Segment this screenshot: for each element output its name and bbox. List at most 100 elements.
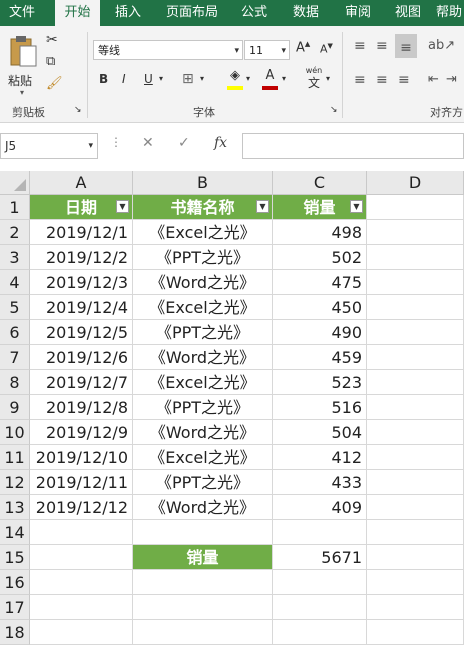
header-cell[interactable]: 日期 ▼ (30, 195, 133, 220)
date-cell[interactable]: 2019/12/9 (30, 420, 133, 445)
tab-help[interactable]: 帮助 (432, 0, 464, 26)
chevron-down-icon[interactable]: ▾ (326, 74, 330, 83)
date-cell[interactable]: 2019/12/8 (30, 395, 133, 420)
sales-cell[interactable]: 502 (273, 245, 367, 270)
align-middle-icon[interactable]: ≡ (376, 38, 388, 54)
tab-file[interactable]: 文件 (0, 0, 44, 26)
row-header[interactable]: 7 (0, 345, 30, 370)
row-header[interactable]: 5 (0, 295, 30, 320)
align-left-icon[interactable]: ≡ (354, 72, 366, 88)
cell[interactable] (367, 520, 464, 545)
tab-formulas[interactable]: 公式 (234, 0, 274, 26)
cancel-icon[interactable]: ✕ (142, 135, 154, 151)
book-name-cell[interactable]: 《Excel之光》 (133, 445, 273, 470)
align-center-icon[interactable]: ≡ (376, 72, 388, 88)
header-cell[interactable]: 销量 ▼ (273, 195, 367, 220)
cell[interactable] (273, 620, 367, 645)
tab-home[interactable]: 开始 (55, 0, 100, 26)
row-header[interactable]: 13 (0, 495, 30, 520)
sales-cell[interactable]: 475 (273, 270, 367, 295)
row-header[interactable]: 16 (0, 570, 30, 595)
chevron-down-icon[interactable]: ▾ (200, 74, 204, 83)
cell[interactable] (367, 620, 464, 645)
book-name-cell[interactable]: 《Excel之光》 (133, 295, 273, 320)
cell[interactable] (367, 220, 464, 245)
cell[interactable] (30, 520, 133, 545)
cell[interactable] (133, 620, 273, 645)
row-header[interactable]: 9 (0, 395, 30, 420)
chevron-down-icon[interactable]: ▾ (159, 74, 163, 83)
book-name-cell[interactable]: 《Word之光》 (133, 495, 273, 520)
date-cell[interactable]: 2019/12/3 (30, 270, 133, 295)
tab-insert[interactable]: 插入 (108, 0, 148, 26)
font-color-icon[interactable]: A (262, 68, 278, 90)
cell[interactable] (273, 520, 367, 545)
cut-icon[interactable]: ✂ (46, 32, 58, 48)
row-header[interactable]: 15 (0, 545, 30, 570)
row-header[interactable]: 1 (0, 195, 30, 220)
borders-icon[interactable]: ⊞ (182, 71, 194, 87)
book-name-cell[interactable]: 《Word之光》 (133, 270, 273, 295)
book-name-cell[interactable]: 《PPT之光》 (133, 245, 273, 270)
cell[interactable] (367, 270, 464, 295)
increase-font-icon[interactable]: A▲ (296, 40, 310, 55)
row-header[interactable]: 18 (0, 620, 30, 645)
sales-cell[interactable]: 504 (273, 420, 367, 445)
enter-icon[interactable]: ✓ (178, 135, 190, 151)
date-cell[interactable]: 2019/12/12 (30, 495, 133, 520)
paste-button[interactable]: 粘贴 ▾ (6, 32, 40, 97)
align-right-icon[interactable]: ≡ (398, 72, 410, 88)
cell[interactable] (273, 595, 367, 620)
font-size-select[interactable]: 11 ▾ (244, 40, 290, 60)
cell[interactable] (367, 470, 464, 495)
filter-dropdown-icon[interactable]: ▼ (256, 200, 269, 213)
row-header[interactable]: 6 (0, 320, 30, 345)
italic-button[interactable]: I (122, 72, 126, 86)
summary-value-cell[interactable]: 5671 (273, 545, 367, 570)
cell[interactable] (367, 445, 464, 470)
cell[interactable] (367, 345, 464, 370)
phonetic-guide-button[interactable]: wén 文 (303, 66, 325, 92)
select-all-button[interactable] (0, 171, 30, 195)
cell[interactable] (30, 620, 133, 645)
sales-cell[interactable]: 459 (273, 345, 367, 370)
tab-page-layout[interactable]: 页面布局 (158, 0, 226, 26)
dialog-launcher-icon[interactable]: ↘ (330, 105, 338, 115)
row-header[interactable]: 10 (0, 420, 30, 445)
cell[interactable] (133, 595, 273, 620)
cell[interactable] (367, 395, 464, 420)
sales-cell[interactable]: 433 (273, 470, 367, 495)
book-name-cell[interactable]: 《PPT之光》 (133, 320, 273, 345)
book-name-cell[interactable]: 《Word之光》 (133, 420, 273, 445)
column-header-a[interactable]: A (30, 171, 133, 195)
book-name-cell[interactable]: 《PPT之光》 (133, 470, 273, 495)
cell[interactable] (133, 520, 273, 545)
increase-indent-icon[interactable]: ⇥ (446, 72, 457, 87)
tab-data[interactable]: 数据 (286, 0, 326, 26)
font-name-select[interactable]: 等线 ▾ (93, 40, 243, 60)
cell[interactable] (30, 545, 133, 570)
row-header[interactable]: 11 (0, 445, 30, 470)
cell[interactable] (367, 320, 464, 345)
more-options-icon[interactable]: ⋮ (110, 135, 122, 149)
date-cell[interactable]: 2019/12/4 (30, 295, 133, 320)
cell[interactable] (367, 420, 464, 445)
column-header-c[interactable]: C (273, 171, 367, 195)
sales-cell[interactable]: 523 (273, 370, 367, 395)
row-header[interactable]: 14 (0, 520, 30, 545)
book-name-cell[interactable]: 《Excel之光》 (133, 220, 273, 245)
row-header[interactable]: 12 (0, 470, 30, 495)
date-cell[interactable]: 2019/12/11 (30, 470, 133, 495)
filter-dropdown-icon[interactable]: ▼ (350, 200, 363, 213)
date-cell[interactable]: 2019/12/10 (30, 445, 133, 470)
cell[interactable] (367, 195, 464, 220)
dialog-launcher-icon[interactable]: ↘ (74, 105, 82, 115)
cell[interactable] (367, 570, 464, 595)
decrease-indent-icon[interactable]: ⇤ (428, 72, 439, 87)
book-name-cell[interactable]: 《Excel之光》 (133, 370, 273, 395)
header-cell[interactable]: 书籍名称 ▼ (133, 195, 273, 220)
cell[interactable] (367, 245, 464, 270)
row-header[interactable]: 17 (0, 595, 30, 620)
formula-input[interactable] (242, 133, 464, 159)
chevron-down-icon[interactable]: ▾ (246, 74, 250, 83)
